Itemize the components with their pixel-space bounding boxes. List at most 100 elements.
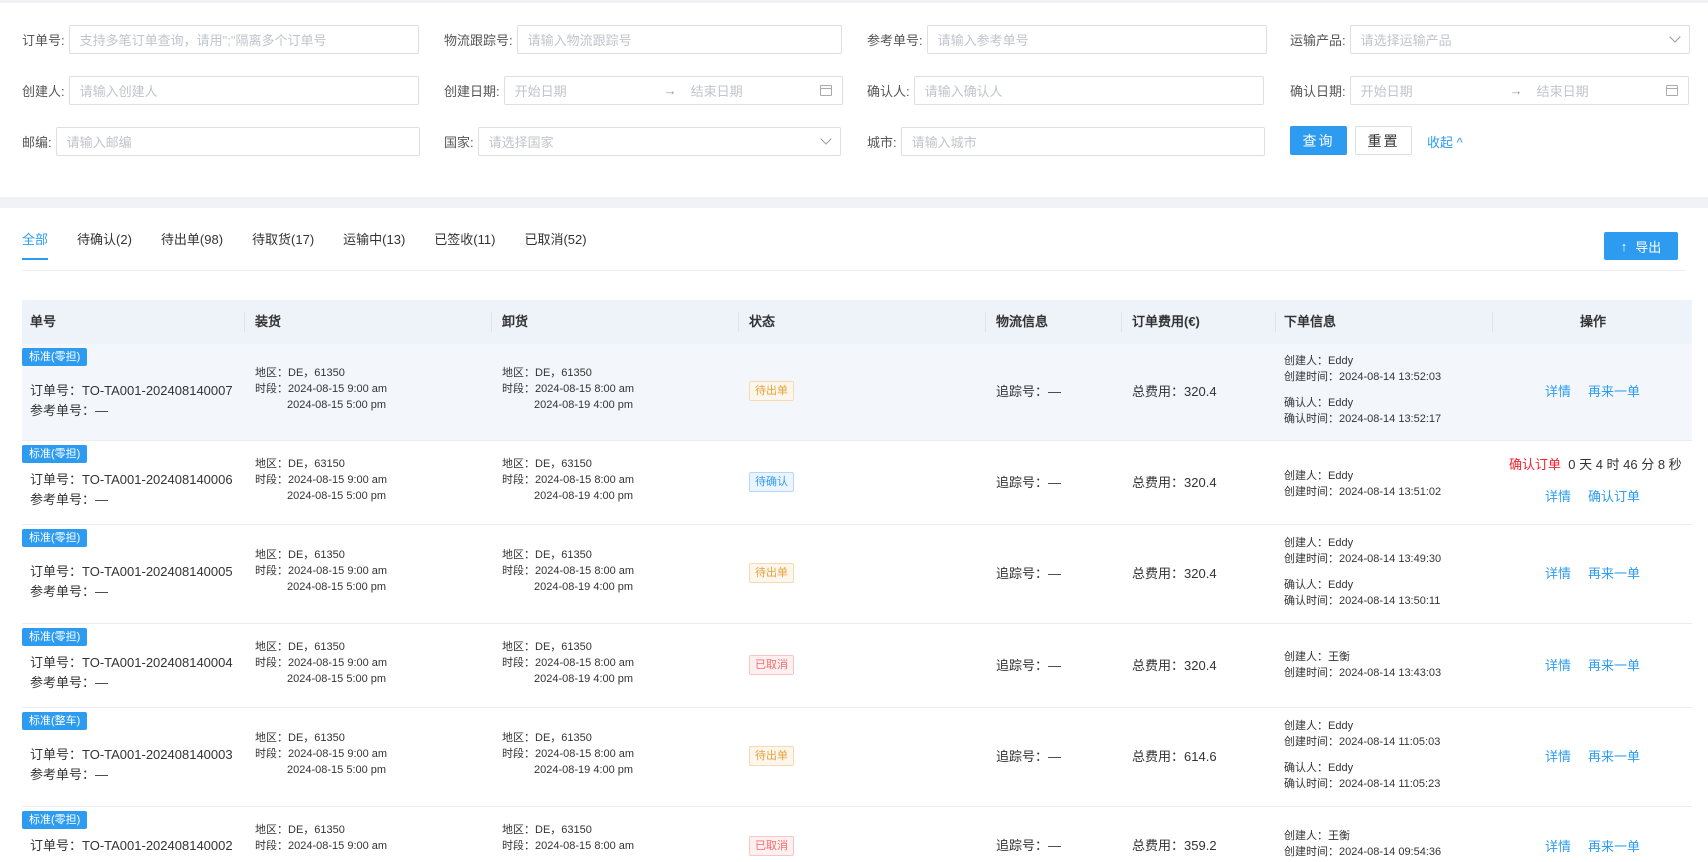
country-select[interactable]: 请选择国家 (477, 126, 841, 156)
order-no-label: 订单号： (30, 747, 83, 762)
region-label: 地区： (502, 549, 535, 561)
table-header: 单号 装货 卸货 状态 物流信息 订单费用(€) 下单信息 操作 (22, 300, 1692, 344)
order-list-panel: 全部 待确认(2) 待出单(98) 待取货(17) 运输中(13) 已签收(11… (0, 208, 1708, 862)
creator-value: Eddy (1328, 720, 1354, 732)
detail-link[interactable]: 详情 (1545, 655, 1571, 674)
order-info: 创建人：Eddy 创建时间：2024-08-14 13:51:02 (1284, 468, 1441, 500)
tab-signed[interactable]: 已签收(11) (434, 230, 495, 270)
ref-no-placeholder: 请输入参考单号 (937, 32, 1029, 48)
tab-all[interactable]: 全部 (22, 230, 49, 270)
create-date-end[interactable]: 结束日期 (691, 81, 743, 100)
filter-country: 国家: 请选择国家 (444, 126, 841, 156)
tab-cancelled[interactable]: 已取消(52) (524, 230, 586, 270)
range-arrow-icon: → (1509, 82, 1523, 98)
product-label: 运输产品: (1290, 32, 1346, 48)
create-time-value: 2024-08-14 13:43:03 (1339, 667, 1442, 679)
tracking-info: 追踪号：— (996, 473, 1061, 493)
col-divider (1492, 312, 1493, 332)
collapse-link[interactable]: 收起 ^ (1427, 126, 1463, 156)
creator-input[interactable]: 请输入创建人 (68, 75, 419, 105)
ref-no-input[interactable]: 请输入参考单号 (926, 24, 1267, 54)
confirm-time-label: 确认时间： (1284, 778, 1339, 790)
tracking-no-input[interactable]: 请输入物流跟踪号 (516, 24, 842, 54)
reset-button[interactable]: 重置 (1355, 126, 1412, 155)
query-button[interactable]: 查询 (1290, 126, 1347, 155)
tab-pending-issue[interactable]: 待出单(98) (161, 230, 223, 270)
detail-link[interactable]: 详情 (1545, 486, 1571, 505)
reorder-link[interactable]: 再来一单 (1588, 381, 1640, 400)
create-date-range[interactable]: 开始日期 → 结束日期 (503, 75, 843, 105)
confirm-countdown: 确认订单 0 天 4 时 46 分 8 秒 (1509, 454, 1682, 473)
fee-info: 总费用：320.4 (1132, 382, 1217, 402)
reorder-link[interactable]: 再来一单 (1588, 655, 1640, 674)
ref-no-label: 参考单号： (30, 584, 96, 599)
reorder-link[interactable]: 再来一单 (1588, 563, 1640, 582)
region-label: 地区： (502, 824, 535, 836)
confirmer-input[interactable]: 请输入确认人 (913, 75, 1264, 105)
product-placeholder: 请选择运输产品 (1360, 32, 1452, 48)
reorder-link[interactable]: 再来一单 (1588, 746, 1640, 765)
tab-pending-confirm[interactable]: 待确认(2) (77, 230, 132, 270)
reorder-link[interactable]: 再来一单 (1588, 836, 1640, 855)
countdown-label: 确认订单 (1509, 457, 1562, 472)
ref-no-value: — (95, 584, 109, 599)
order-no-label: 订单号： (30, 383, 83, 398)
total-label: 总费用： (1132, 658, 1185, 673)
filter-creator: 创建人: 请输入创建人 (22, 75, 419, 105)
unloading-info: 地区：DE，63150 时段：2024-08-15 8:00 am (502, 822, 634, 854)
col-order-info: 下单信息 (1284, 314, 1337, 329)
city-input[interactable]: 请输入城市 (900, 126, 1265, 156)
calendar-icon (1665, 84, 1678, 96)
country-label: 国家: (444, 134, 474, 150)
order-info: 创建人：王衡 创建时间：2024-08-14 09:54:36 (1284, 828, 1441, 860)
export-button[interactable]: ↑ 导出 (1604, 232, 1678, 260)
detail-link[interactable]: 详情 (1545, 836, 1571, 855)
confirm-date-range[interactable]: 开始日期 → 结束日期 (1349, 75, 1689, 105)
unload-region: DE，63150 (535, 458, 592, 470)
confirm-order-link[interactable]: 确认订单 (1588, 486, 1640, 505)
load-region: DE，63150 (288, 458, 345, 470)
tracking-label: 追踪号： (996, 838, 1049, 853)
confirmer-placeholder: 请输入确认人 (924, 83, 1003, 99)
detail-link[interactable]: 详情 (1545, 746, 1571, 765)
load-time-end: 2024-08-15 5:00 pm (287, 764, 387, 776)
tab-pending-pickup[interactable]: 待取货(17) (252, 230, 314, 270)
tracking-label: 追踪号： (996, 749, 1049, 764)
unload-region: DE，61350 (535, 549, 592, 561)
detail-link[interactable]: 详情 (1545, 381, 1571, 400)
order-info: 创建人：Eddy 创建时间：2024-08-14 11:05:03 确认人：Ed… (1284, 718, 1440, 792)
col-unloading: 卸货 (502, 314, 529, 329)
order-no-label: 订单号: (22, 32, 65, 48)
fee-info: 总费用：320.4 (1132, 656, 1217, 676)
ref-no-value: — (95, 675, 109, 690)
creator-value: Eddy (1328, 355, 1354, 367)
create-time-value: 2024-08-14 13:51:02 (1339, 486, 1442, 498)
period-label: 时段： (502, 383, 535, 395)
calendar-icon (819, 84, 832, 96)
confirm-date-start[interactable]: 开始日期 (1361, 81, 1496, 100)
tab-divider (22, 270, 1686, 271)
period-label: 时段： (255, 657, 288, 669)
load-time-start: 2024-08-15 9:00 am (288, 383, 388, 395)
confirm-time-label: 确认时间： (1284, 595, 1339, 607)
confirm-date-label: 确认日期: (1290, 83, 1346, 99)
detail-link[interactable]: 详情 (1545, 563, 1571, 582)
order-no: 订单号：TO-TA001-202408140003 (30, 745, 233, 765)
create-time-label: 创建时间： (1284, 846, 1339, 858)
service-tag: 标准(零担) (22, 348, 88, 366)
order-no-label: 订单号： (30, 472, 83, 487)
creator-label: 创建人： (1284, 470, 1328, 482)
order-no-input[interactable]: 支持多笔订单查询，请用";"隔离多个订单号 (68, 24, 419, 54)
product-select[interactable]: 请选择运输产品 (1349, 24, 1690, 54)
zip-input[interactable]: 请输入邮编 (55, 126, 420, 156)
total-value: 320.4 (1184, 475, 1217, 490)
create-date-start[interactable]: 开始日期 (515, 81, 650, 100)
order-info: 创建人：Eddy 创建时间：2024-08-14 13:49:30 确认人：Ed… (1284, 535, 1441, 609)
load-region: DE，61350 (288, 549, 345, 561)
countdown-value: 0 天 4 时 46 分 8 秒 (1568, 457, 1682, 472)
tab-in-transit[interactable]: 运输中(13) (343, 230, 405, 270)
confirm-date-end[interactable]: 结束日期 (1537, 81, 1589, 100)
unload-time-start: 2024-08-15 8:00 am (535, 565, 635, 577)
city-label: 城市: (867, 134, 897, 150)
order-no: 订单号：TO-TA001-202408140005 (30, 562, 233, 582)
